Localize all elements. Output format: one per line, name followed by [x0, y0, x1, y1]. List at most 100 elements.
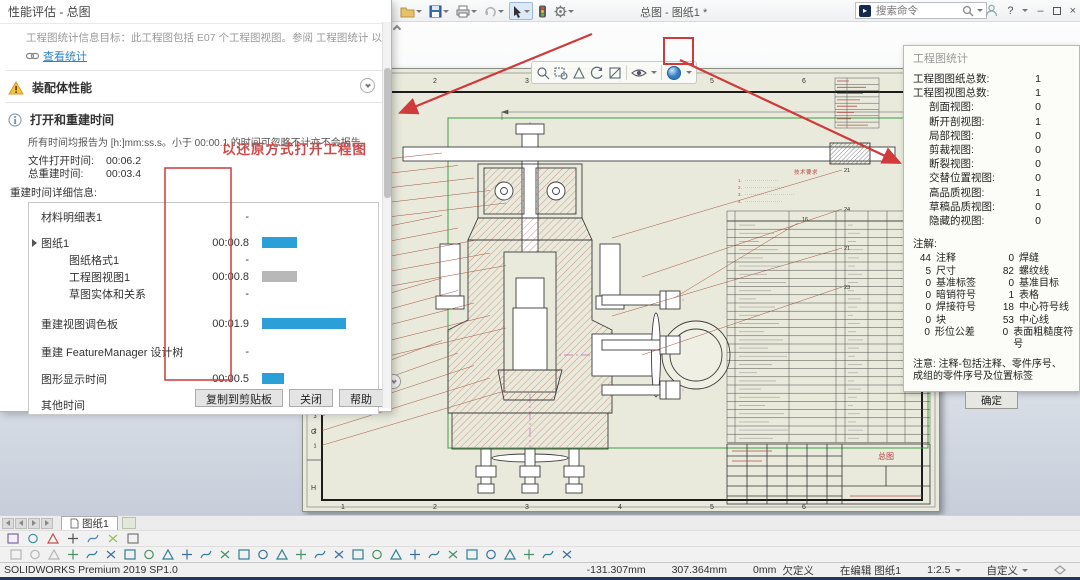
- svg-text:3: 3: [525, 78, 529, 85]
- feature-name: 重建视图调色板: [29, 316, 118, 332]
- print-icon[interactable]: [454, 2, 479, 20]
- drawing-tool-icon-27[interactable]: [502, 547, 518, 562]
- drawing-tool-icon-7[interactable]: [122, 547, 138, 562]
- format-tool-icon-7[interactable]: [125, 531, 141, 546]
- sheet-tab[interactable]: 图纸1: [61, 516, 118, 531]
- minimize-button[interactable]: –: [1037, 5, 1043, 17]
- svg-text:4: 4: [618, 504, 622, 511]
- stat-count-row: 高品质视图:1: [904, 186, 1079, 200]
- rebuild-time-row[interactable]: 图纸格式1 -: [29, 251, 378, 268]
- search-options-caret-icon[interactable]: [977, 9, 983, 12]
- rebuild-time-row[interactable]: 材料明细表1 -: [29, 208, 378, 225]
- drawing-canvas[interactable]: 112233445566GH: [302, 68, 940, 512]
- svg-text:1: 1: [313, 443, 316, 449]
- section-expand-icon[interactable]: [360, 78, 375, 93]
- sheet-scale[interactable]: 1:2.5: [927, 564, 960, 576]
- rebuild-time-row[interactable]: 图形显示时间 00:00.5: [29, 370, 378, 387]
- help-button[interactable]: ?: [1007, 5, 1013, 17]
- select-arrow-icon[interactable]: [509, 2, 533, 20]
- commandmanager-collapse-icon[interactable]: [393, 25, 401, 33]
- scrollbar-thumb[interactable]: [384, 68, 391, 198]
- login-user-icon[interactable]: [985, 4, 998, 17]
- close-button[interactable]: ×: [1070, 5, 1076, 17]
- drawing-tool-icon-19[interactable]: [350, 547, 366, 562]
- drawing-tool-icon-2[interactable]: [27, 547, 43, 562]
- rebuild-time-row[interactable]: 图纸1 00:00.8: [29, 234, 378, 251]
- drawing-tool-icon-1[interactable]: [8, 547, 24, 562]
- drawing-tool-icon-16[interactable]: [293, 547, 309, 562]
- drawing-tool-icon-5[interactable]: [84, 547, 100, 562]
- drawing-tool-icon-18[interactable]: [331, 547, 347, 562]
- drawing-tool-icon-14[interactable]: [255, 547, 271, 562]
- save-icon[interactable]: [427, 2, 451, 20]
- sphere-caret-icon[interactable]: [686, 71, 692, 74]
- drawing-tool-icon-17[interactable]: [312, 547, 328, 562]
- drawing-tool-icon-22[interactable]: [407, 547, 423, 562]
- rebuild-time-row[interactable]: 重建视图调色板 00:01.9: [29, 315, 378, 332]
- add-sheet-icon[interactable]: [122, 517, 136, 529]
- drawing-sheet[interactable]: 112233445566GH: [302, 68, 940, 512]
- options-gear-icon[interactable]: [552, 2, 576, 20]
- rebuild-traffic-light-icon[interactable]: [536, 2, 549, 20]
- section-view-icon[interactable]: [608, 66, 622, 80]
- drawing-tool-icon-28[interactable]: [521, 547, 537, 562]
- format-tool-icon-5[interactable]: [85, 531, 101, 546]
- drawing-tool-icon-3[interactable]: [46, 547, 62, 562]
- drawing-tool-icon-15[interactable]: [274, 547, 290, 562]
- help-button[interactable]: 帮助: [339, 389, 383, 407]
- view-statistics-link[interactable]: 查看统计: [26, 48, 383, 64]
- drawing-tool-icon-21[interactable]: [388, 547, 404, 562]
- command-search[interactable]: ▸: [855, 2, 987, 19]
- drawing-tool-icon-29[interactable]: [540, 547, 556, 562]
- copy-to-clipboard-button[interactable]: 复制到剪贴板: [195, 389, 283, 407]
- svg-text:5: 5: [710, 504, 714, 511]
- restore-button[interactable]: [1053, 7, 1061, 15]
- drawing-tool-icon-12[interactable]: [217, 547, 233, 562]
- drawing-tool-icon-26[interactable]: [483, 547, 499, 562]
- zoom-area-icon[interactable]: [554, 66, 568, 80]
- drawing-tool-icon-30[interactable]: [559, 547, 575, 562]
- drawing-tool-icon-25[interactable]: [464, 547, 480, 562]
- units-selector[interactable]: 自定义: [987, 563, 1029, 578]
- next-sheet-icon[interactable]: [28, 518, 40, 529]
- rebuild-time-row[interactable]: 草图实体和关系 -: [29, 285, 378, 302]
- rebuild-time-row[interactable]: 工程图视图1 00:00.8: [29, 268, 378, 285]
- format-tool-icon-3[interactable]: [45, 531, 61, 546]
- drawing-tool-icon-13[interactable]: [236, 547, 252, 562]
- drawing-tool-icon-9[interactable]: [160, 547, 176, 562]
- close-button[interactable]: 关闭: [289, 389, 333, 407]
- eye-caret-icon[interactable]: [651, 71, 657, 74]
- previous-view-icon[interactable]: [590, 66, 604, 80]
- help-caret-icon[interactable]: [1022, 9, 1028, 12]
- assembly-performance-section[interactable]: 装配体性能: [8, 79, 383, 96]
- open-icon[interactable]: [398, 2, 424, 20]
- format-tool-icon-2[interactable]: [25, 531, 41, 546]
- hide-show-items-eye-icon[interactable]: [631, 67, 647, 79]
- drawing-tool-icon-20[interactable]: [369, 547, 385, 562]
- drawing-tool-icon-24[interactable]: [445, 547, 461, 562]
- format-tool-icon-4[interactable]: [65, 531, 81, 546]
- prev-sheet-icon[interactable]: [15, 518, 27, 529]
- drawing-tool-icon-6[interactable]: [103, 547, 119, 562]
- format-tool-icon-1[interactable]: [5, 531, 21, 546]
- drawing-tool-icon-23[interactable]: [426, 547, 442, 562]
- search-input[interactable]: [874, 4, 959, 18]
- drawing-tool-icon-11[interactable]: [198, 547, 214, 562]
- dialog-scrollbar[interactable]: [382, 22, 391, 408]
- drawing-tool-icon-4[interactable]: [65, 547, 81, 562]
- expander-icon[interactable]: [32, 239, 37, 247]
- rebuild-time-row[interactable]: 重建 FeatureManager 设计树 -: [29, 343, 378, 360]
- stat-count-row: 断裂视图:0: [904, 157, 1079, 171]
- tags-icon[interactable]: [1054, 565, 1066, 575]
- zoom-fit-icon[interactable]: [536, 66, 550, 80]
- first-sheet-icon[interactable]: [2, 518, 14, 529]
- ok-button[interactable]: 确定: [965, 391, 1018, 409]
- undo-icon[interactable]: [482, 2, 506, 20]
- format-tool-icon-6[interactable]: [105, 531, 121, 546]
- last-sheet-icon[interactable]: [41, 518, 53, 529]
- magnifier-icon[interactable]: [962, 5, 974, 17]
- view-settings-sphere-icon[interactable]: [666, 65, 682, 81]
- drawing-tool-icon-10[interactable]: [179, 547, 195, 562]
- zoom-selection-icon[interactable]: [572, 66, 586, 80]
- drawing-tool-icon-8[interactable]: [141, 547, 157, 562]
